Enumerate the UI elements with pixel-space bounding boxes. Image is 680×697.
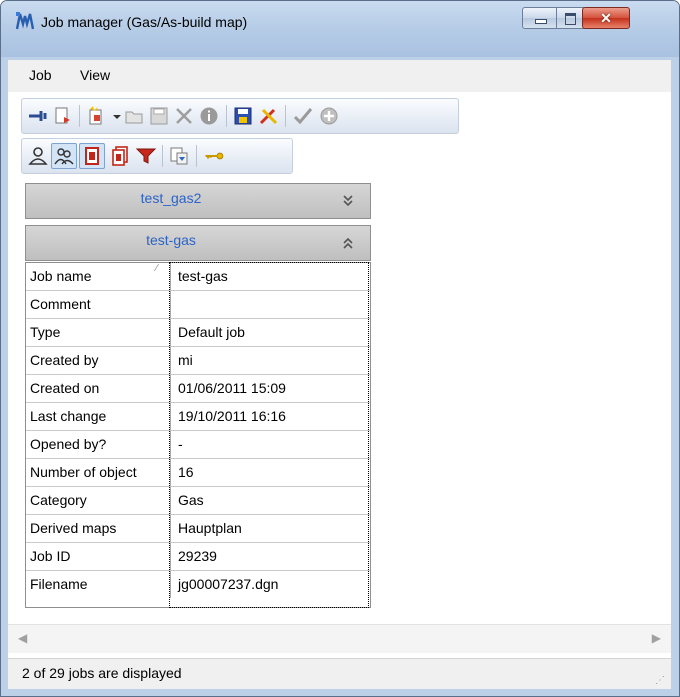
property-row[interactable]: Filename jg00007237.dgn <box>26 571 370 599</box>
chevron-up-icon[interactable] <box>342 236 354 253</box>
main-toolbar <box>21 98 459 134</box>
group-title: test_gas2 <box>140 190 202 206</box>
property-row[interactable]: Job name ⁄ test-gas <box>26 263 370 291</box>
maximize-icon <box>565 13 576 25</box>
close-icon: ✕ <box>600 10 612 26</box>
property-value[interactable]: - <box>171 431 370 458</box>
resize-grip-icon[interactable]: ⋰ <box>655 675 665 686</box>
horizontal-scrollbar[interactable]: ◀ ▶ <box>8 624 671 653</box>
property-row[interactable]: Job ID 29239 <box>26 543 370 571</box>
user-icon[interactable] <box>27 145 49 167</box>
property-key: Created by <box>26 347 171 374</box>
property-row[interactable]: Last change 19/10/2011 16:16 <box>26 403 370 431</box>
property-key: Job ID <box>26 543 171 570</box>
property-value[interactable]: Default job <box>171 319 370 346</box>
status-bar: 2 of 29 jobs are displayed ⋰ <box>8 658 671 689</box>
tools-icon[interactable] <box>258 105 280 127</box>
property-value[interactable]: Gas <box>171 487 370 514</box>
menu-job[interactable]: Job <box>29 67 52 83</box>
document-red-icon[interactable] <box>79 143 105 169</box>
key-icon[interactable] <box>203 145 229 167</box>
app-icon <box>14 10 36 32</box>
delete-icon[interactable] <box>173 105 195 127</box>
window-title: Job manager (Gas/As-build map) <box>41 14 248 30</box>
new-job-icon[interactable] <box>85 105 107 127</box>
scroll-left-icon[interactable]: ◀ <box>18 631 27 645</box>
info-icon[interactable] <box>198 105 220 127</box>
property-key: Category <box>26 487 171 514</box>
save-disk-icon[interactable] <box>232 105 254 127</box>
property-row[interactable]: Number of object 16 <box>26 459 370 487</box>
save-icon[interactable] <box>148 105 170 127</box>
property-row[interactable]: Opened by? - <box>26 431 370 459</box>
view-toolbar <box>21 138 293 174</box>
close-button[interactable]: ✕ <box>582 7 630 29</box>
sort-icon: ⁄ <box>156 263 158 274</box>
property-value[interactable]: 29239 <box>171 543 370 570</box>
property-row[interactable]: Type Default job <box>26 319 370 347</box>
title-bar[interactable]: Job manager (Gas/As-build map) ✕ <box>1 1 679 57</box>
property-key: Job name <box>26 263 171 290</box>
property-key: Filename <box>26 571 171 598</box>
open-icon[interactable] <box>123 105 145 127</box>
property-value[interactable] <box>171 291 370 318</box>
maximize-button[interactable] <box>556 7 584 29</box>
property-key: Created on <box>26 375 171 402</box>
property-value[interactable]: 01/06/2011 15:09 <box>171 375 370 402</box>
documents-red-icon[interactable] <box>109 145 131 167</box>
property-key: Number of object <box>26 459 171 486</box>
property-value[interactable]: Hauptplan <box>171 515 370 542</box>
menu-view[interactable]: View <box>80 67 110 83</box>
scroll-right-icon[interactable]: ▶ <box>652 631 661 645</box>
group-header-collapsed[interactable]: test_gas2 <box>25 183 371 219</box>
document-export-icon[interactable] <box>52 105 74 127</box>
status-text: 2 of 29 jobs are displayed <box>22 665 182 681</box>
users-icon[interactable] <box>51 143 77 169</box>
property-key: Derived maps <box>26 515 171 542</box>
group-header-expanded[interactable]: test-gas <box>25 225 371 261</box>
property-key: Last change <box>26 403 171 430</box>
property-row[interactable]: Derived maps Hauptplan <box>26 515 370 543</box>
property-row[interactable]: Created by mi <box>26 347 370 375</box>
minimize-icon <box>535 19 547 24</box>
group-title: test-gas <box>146 232 196 248</box>
minimize-button[interactable] <box>522 7 558 29</box>
property-row[interactable]: Category Gas <box>26 487 370 515</box>
property-key: Comment <box>26 291 171 318</box>
menu-bar: Job View <box>8 60 671 92</box>
add-circle-icon[interactable] <box>318 105 340 127</box>
dropdown-arrow-icon[interactable] <box>106 105 121 127</box>
property-key: Type <box>26 319 171 346</box>
property-key: Opened by? <box>26 431 171 458</box>
property-value[interactable]: jg00007237.dgn <box>171 571 370 598</box>
check-icon[interactable] <box>292 105 314 127</box>
property-row[interactable]: Comment <box>26 291 370 319</box>
pin-icon[interactable] <box>27 105 49 127</box>
property-value[interactable]: test-gas <box>171 263 370 290</box>
property-value[interactable]: 19/10/2011 16:16 <box>171 403 370 430</box>
property-value[interactable]: 16 <box>171 459 370 486</box>
filter-icon[interactable] <box>135 145 157 167</box>
property-row[interactable]: Created on 01/06/2011 15:09 <box>26 375 370 403</box>
property-value[interactable]: mi <box>171 347 370 374</box>
copy-icon[interactable] <box>168 145 190 167</box>
chevron-down-icon[interactable] <box>342 194 354 211</box>
property-grid: Job name ⁄ test-gas Comment Type Default… <box>25 262 371 608</box>
